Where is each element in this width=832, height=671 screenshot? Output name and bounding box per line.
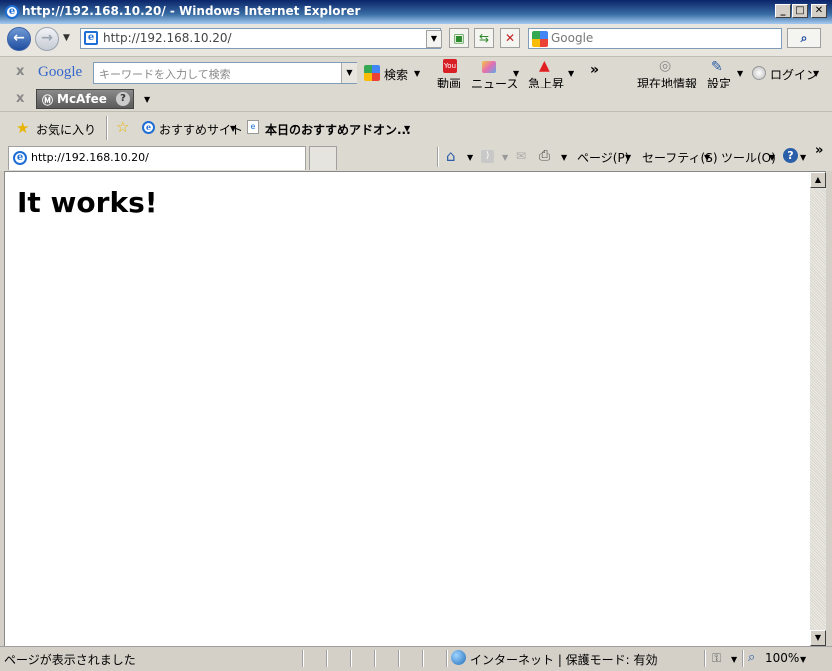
minimize-button[interactable]: _ [775, 4, 791, 18]
status-separator [422, 650, 424, 667]
mail-icon[interactable]: ✉ [516, 149, 526, 163]
status-separator [302, 650, 304, 667]
back-button[interactable]: ← [7, 27, 31, 51]
login-icon [752, 66, 766, 80]
status-text: ページが表示されました [4, 653, 136, 667]
window-title: http://192.168.10.20/ - Windows Internet… [22, 4, 361, 18]
safety-menu-dropdown[interactable]: ▼ [704, 153, 710, 162]
google-toolbar-close[interactable]: x [16, 64, 24, 79]
status-separator [446, 650, 448, 667]
tools-menu[interactable]: ツール(O) [721, 149, 776, 166]
protected-mode-dropdown[interactable]: ▼ [731, 655, 737, 664]
add-favorite-icon[interactable]: ☆ [116, 118, 129, 136]
print-dropdown[interactable]: ▼ [561, 153, 567, 162]
internet-zone-icon [451, 650, 466, 665]
addons-dropdown[interactable]: ▼ [404, 124, 410, 133]
google-logo: Google [38, 64, 83, 80]
page-heading: It works! [17, 186, 158, 219]
mcafee-shield-icon: Ⓜ [42, 94, 53, 107]
google-input-dropdown[interactable]: ▼ [341, 63, 357, 83]
search-button[interactable]: ⌕ [787, 28, 821, 48]
favorites-separator [106, 116, 108, 140]
login-button[interactable]: ログイン [770, 66, 818, 83]
mcafee-help-icon[interactable]: ? [116, 92, 130, 106]
search-placeholder: Google [551, 31, 594, 45]
tab-favicon: e [13, 151, 27, 165]
addons-page-icon: e [247, 120, 259, 134]
news-dropdown-icon[interactable]: ▼ [513, 69, 519, 78]
compatibility-icon[interactable]: ▣ [449, 28, 469, 48]
status-separator [350, 650, 352, 667]
forward-button[interactable]: → [35, 27, 59, 51]
status-separator [326, 650, 328, 667]
tab-title: http://192.168.10.20/ [31, 151, 149, 164]
location-icon: ◎ [659, 58, 672, 74]
help-icon[interactable]: ? [783, 148, 798, 163]
status-separator [374, 650, 376, 667]
ie-logo-icon: e [5, 5, 19, 19]
help-dropdown[interactable]: ▼ [800, 153, 806, 162]
feeds-icon[interactable]: ) [481, 150, 494, 163]
status-separator [742, 650, 744, 667]
scroll-up-button[interactable]: ▲ [810, 172, 826, 188]
page-viewport: It works! [4, 171, 811, 647]
news-icon [482, 61, 496, 73]
stop-icon[interactable]: ✕ [500, 28, 520, 48]
maximize-button[interactable]: □ [792, 4, 808, 18]
navigation-bar: ← → ▼ e http://192.168.10.20/ ▼ ▣ ⇆ ✕ Go… [0, 24, 832, 57]
favorites-button[interactable]: お気に入り [36, 121, 96, 138]
google-search-button[interactable]: 検索 [384, 66, 408, 83]
feeds-dropdown[interactable]: ▼ [502, 153, 508, 162]
search-dropdown-icon[interactable]: ▼ [414, 69, 420, 78]
title-bar: e http://192.168.10.20/ - Windows Intern… [0, 0, 832, 24]
youtube-icon: You [443, 59, 457, 73]
login-dropdown-icon[interactable]: ▼ [813, 69, 819, 78]
mcafee-badge[interactable]: Ⓜ McAfee ? [36, 89, 134, 109]
rising-arrow-icon: ▲ [539, 58, 550, 74]
wrench-icon: ✎ [711, 59, 723, 75]
mcafee-dropdown-icon[interactable]: ▼ [144, 95, 150, 104]
page-menu[interactable]: ページ(P) [577, 149, 629, 166]
scroll-down-button[interactable]: ▼ [810, 630, 826, 646]
zoom-dropdown[interactable]: ▼ [800, 655, 806, 664]
recent-pages-dropdown[interactable]: ▼ [63, 33, 70, 43]
settings-dropdown-icon[interactable]: ▼ [737, 69, 743, 78]
page-menu-dropdown[interactable]: ▼ [625, 153, 631, 162]
toolbar-overflow-button[interactable]: » [590, 62, 599, 78]
security-zone-text[interactable]: インターネット | 保護モード: 有効 [470, 651, 658, 668]
zoom-level[interactable]: 100% [765, 651, 799, 665]
protected-mode-icon[interactable]: ⚿ [712, 651, 721, 666]
new-tab-button[interactable] [309, 146, 337, 170]
address-dropdown[interactable]: ▼ [426, 30, 442, 48]
zoom-icon: ⌕ [748, 650, 756, 665]
address-url: http://192.168.10.20/ [103, 31, 232, 45]
google-search-input[interactable]: キーワードを入力して検索 ▼ [93, 62, 357, 84]
mcafee-label: McAfee [57, 92, 107, 106]
tab-active[interactable]: e http://192.168.10.20/ [8, 146, 306, 170]
vertical-scrollbar[interactable]: ▲ ▼ [810, 171, 826, 647]
search-box[interactable]: Google [528, 28, 782, 49]
google-icon [532, 31, 548, 47]
close-button[interactable]: ✕ [811, 4, 827, 18]
status-separator [398, 650, 400, 667]
google-input-placeholder: キーワードを入力して検索 [99, 68, 231, 81]
address-bar[interactable]: e http://192.168.10.20/ [80, 28, 441, 49]
recommended-sites-icon: e [142, 121, 155, 134]
todays-addons-link[interactable]: 本日のおすすめアドオン... [265, 121, 411, 138]
rising-dropdown-icon[interactable]: ▼ [568, 69, 574, 78]
mcafee-toolbar-close[interactable]: x [16, 91, 24, 106]
home-dropdown[interactable]: ▼ [467, 153, 473, 162]
google-search-icon [364, 65, 380, 81]
page-icon: e [84, 31, 98, 45]
favorites-star-icon: ★ [16, 119, 30, 137]
status-bar: ページが表示されました インターネット | 保護モード: 有効 ⚿ ▼ ⌕ 10… [0, 646, 832, 671]
refresh-icon[interactable]: ⇆ [474, 28, 494, 48]
status-separator [704, 650, 706, 667]
command-separator [437, 147, 439, 167]
command-overflow-button[interactable]: » [815, 143, 823, 158]
tools-menu-dropdown[interactable]: ▼ [769, 153, 775, 162]
home-icon[interactable]: ⌂ [446, 147, 456, 165]
print-icon[interactable]: ⎙ [539, 148, 550, 164]
recommended-sites-dropdown[interactable]: ▼ [230, 124, 236, 133]
